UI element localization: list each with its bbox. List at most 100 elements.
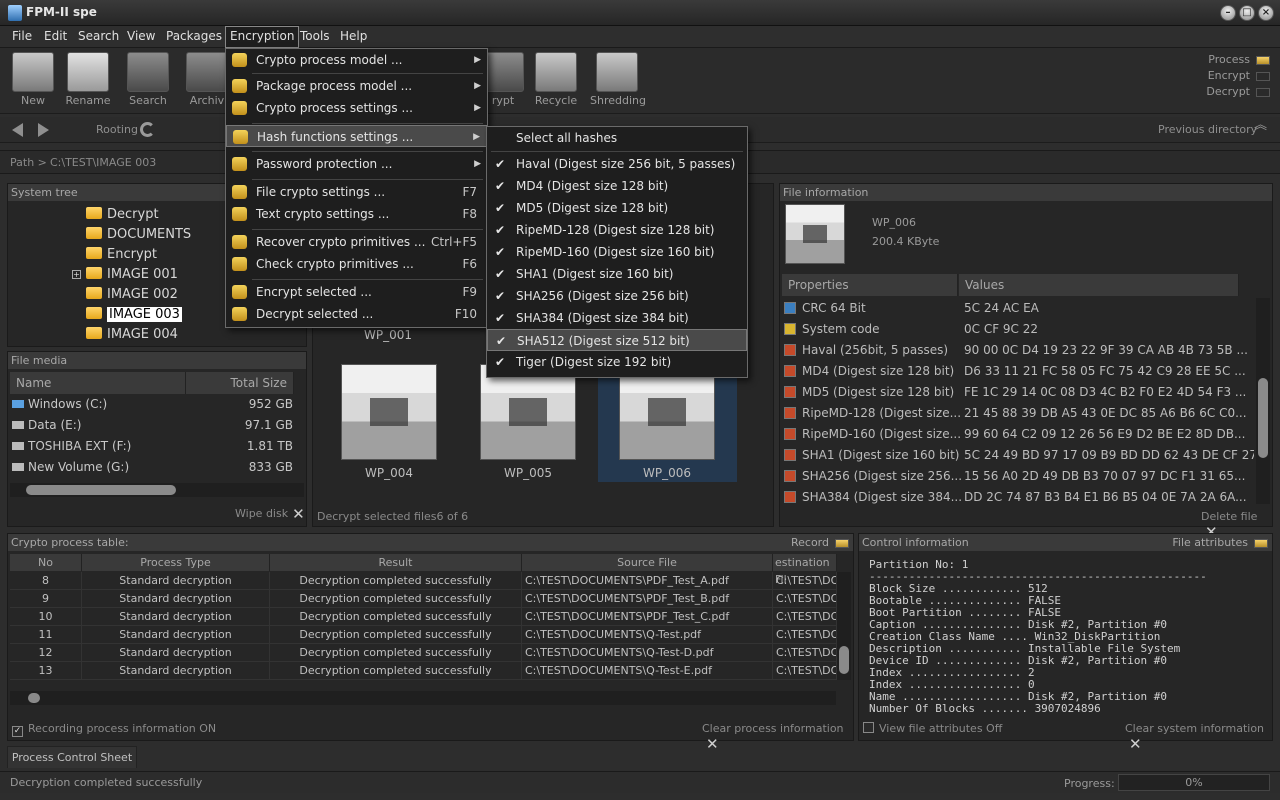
encryption-menu-item[interactable]: Text crypto settings ... F8 [226,203,487,225]
forward-icon[interactable] [38,123,49,137]
clear-process-button[interactable]: Clear process information✕ [702,722,853,753]
new-button[interactable]: New [6,52,60,112]
hash-menu-item[interactable]: ✔ RipeMD-160 (Digest size 160 bit) [487,241,747,263]
hash-menu-item[interactable]: ✔ MD5 (Digest size 128 bit) [487,197,747,219]
encryption-menu-item[interactable]: Crypto process model ... ▶ [226,49,487,71]
menu-view[interactable]: View [123,26,159,48]
back-icon[interactable] [12,123,23,137]
property-row[interactable]: MD4 (Digest size 128 bit) D6 33 11 21 FC … [784,361,1254,382]
table-row[interactable]: 11 Standard decryption Decryption complete… [8,626,837,644]
col-no[interactable]: No [10,554,82,571]
col-process-type[interactable]: Process Type [82,554,270,571]
menu-help[interactable]: Help [336,26,371,48]
hash-menu-item[interactable]: ✔ SHA256 (Digest size 256 bit) [487,285,747,307]
drive-row[interactable]: TOSHIBA EXT (F:) 1.81 TB [12,436,297,457]
table-row[interactable]: 9 Standard decryption Decryption completed… [8,590,837,608]
col-total-size[interactable]: Total Size [186,372,294,394]
property-row[interactable]: RipeMD-128 (Digest size... 21 45 88 39 DB… [784,403,1254,424]
col-destination-file[interactable]: estination Fil [773,554,837,586]
tree-item-image-004[interactable]: IMAGE 004 [86,325,178,345]
property-row[interactable]: System code 0C CF 9C 22 [784,319,1254,340]
close-icon[interactable]: × [1258,5,1274,21]
property-row[interactable]: SHA1 (Digest size 160 bit) 5C 24 49 BD 97… [784,445,1254,466]
encryption-menu-item[interactable]: Recover crypto primitives ... Ctrl+F5 [226,231,487,253]
up-directory-icon[interactable]: ︽ [1254,119,1267,132]
view-attributes-checkbox[interactable]: View file attributes Off [863,722,1002,735]
hash-menu-item[interactable]: ✔ Tiger (Digest size 192 bit) [487,351,747,373]
table-hscrollbar[interactable] [10,691,836,705]
tree-item-documents[interactable]: DOCUMENTS [86,225,191,245]
drive-row[interactable]: New Volume (G:) 833 GB [12,457,297,478]
horizontal-scrollbar[interactable] [10,483,304,497]
tree-item-image-001[interactable]: IMAGE 001 [86,265,178,285]
menu-tools[interactable]: Tools [296,26,334,48]
menu-edit[interactable]: Edit [40,26,71,48]
vertical-scrollbar[interactable] [1256,298,1270,504]
table-vscrollbar[interactable] [837,572,851,680]
col-result[interactable]: Result [270,554,522,571]
encryption-menu-item[interactable]: Package process model ... ▶ [226,75,487,97]
hash-menu-item[interactable]: ✔ SHA512 (Digest size 512 bit) [487,329,747,351]
tree-item-image-003[interactable]: IMAGE 003 [86,305,182,325]
property-row[interactable]: CRC 64 Bit 5C 24 AC EA [784,298,1254,319]
encryption-menu-item[interactable]: Check crypto primitives ... F6 [226,253,487,275]
hash-menu-item[interactable]: ✔ SHA384 (Digest size 384 bit) [487,307,747,329]
encryption-menu-item[interactable]: Crypto process settings ... ▶ [226,97,487,119]
minimize-icon[interactable]: – [1220,5,1236,21]
previous-directory-button[interactable]: Previous directory [1158,123,1257,136]
tree-item-decrypt[interactable]: Decrypt [86,205,159,225]
property-row[interactable]: SHA256 (Digest size 256... 15 56 A0 2D 49… [784,466,1254,487]
hash-menu-item[interactable]: ✔ Haval (Digest size 256 bit, 5 passes) [487,153,747,175]
table-cell: Standard decryption [82,608,270,626]
encryption-menu-item[interactable]: Decrypt selected ... F10 [226,303,487,325]
drive-row[interactable]: Windows (C:) 952 GB [12,394,297,415]
tree-item-image-002[interactable]: IMAGE 002 [86,285,178,305]
property-row[interactable]: RipeMD-160 (Digest size... 99 60 64 C2 09… [784,424,1254,445]
drive-row[interactable]: Data (E:) 97.1 GB [12,415,297,436]
encryption-menu-item[interactable]: File crypto settings ... F7 [226,181,487,203]
menu-file[interactable]: File [8,26,36,48]
hash-menu-item[interactable]: Select all hashes [487,127,747,149]
recording-checkbox[interactable]: ✓ Recording process information ON [12,722,216,737]
property-row[interactable]: SHA384 (Digest size 384... DD 2C 74 87 B3… [784,487,1254,508]
menu-separator [252,279,483,280]
drive-icon [12,442,24,450]
menu-encryption[interactable]: Encryption [225,26,300,48]
col-source-file[interactable]: Source File [522,554,773,571]
property-row[interactable]: MD5 (Digest size 128 bit) FE 1C 29 14 0C … [784,382,1254,403]
col-name[interactable]: Name [10,372,186,394]
hash-menu-item[interactable]: ✔ SHA1 (Digest size 160 bit) [487,263,747,285]
recycle-button[interactable]: Recycle [529,52,583,112]
thumbnail-image[interactable] [619,364,715,460]
menu-packages[interactable]: Packages [162,26,226,48]
hash-menu-item[interactable]: ✔ RipeMD-128 (Digest size 128 bit) [487,219,747,241]
thumbnail-image[interactable] [480,364,576,460]
tab-process-control-sheet[interactable]: Process Control Sheet [7,746,137,768]
check-icon: ✔ [495,267,506,281]
tree-item-encrypt[interactable]: Encrypt [86,245,157,265]
shredding-button[interactable]: Shredding [590,52,646,112]
crypto-table-title: Crypto process table: Record [8,534,853,551]
col-properties[interactable]: Properties [782,274,958,296]
search-button[interactable]: Search [121,52,175,112]
table-row[interactable]: 10 Standard decryption Decryption complete… [8,608,837,626]
thumbnail-image[interactable] [341,364,437,460]
tree-expand-icon[interactable]: + [72,270,81,279]
menu-search[interactable]: Search [74,26,123,48]
path-value[interactable]: C:\TEST\IMAGE 003 [50,156,156,169]
encryption-menu-item[interactable]: Encrypt selected ... F9 [226,281,487,303]
hash-menu-item[interactable]: ✔ MD4 (Digest size 128 bit) [487,175,747,197]
table-cell: C:\TEST\DO( [773,662,837,680]
maximize-icon[interactable]: □ [1239,5,1255,21]
table-row[interactable]: 12 Standard decryption Decryption complete… [8,644,837,662]
wipe-disk-button[interactable]: Wipe disk ✕ [235,505,305,523]
clear-system-button[interactable]: Clear system information✕ [1125,722,1272,753]
table-row[interactable]: 13 Standard decryption Decryption complete… [8,662,837,680]
encryption-menu-item[interactable]: Password protection ... ▶ [226,153,487,175]
refresh-icon[interactable] [140,122,155,137]
table-row[interactable]: 8 Standard decryption Decryption completed… [8,572,837,590]
property-row[interactable]: Haval (256bit, 5 passes) 90 00 0C D4 19 2… [784,340,1254,361]
rename-button[interactable]: Rename [61,52,115,112]
encryption-menu-item[interactable]: Hash functions settings ... ▶ [226,125,487,147]
col-values[interactable]: Values [959,274,1239,296]
